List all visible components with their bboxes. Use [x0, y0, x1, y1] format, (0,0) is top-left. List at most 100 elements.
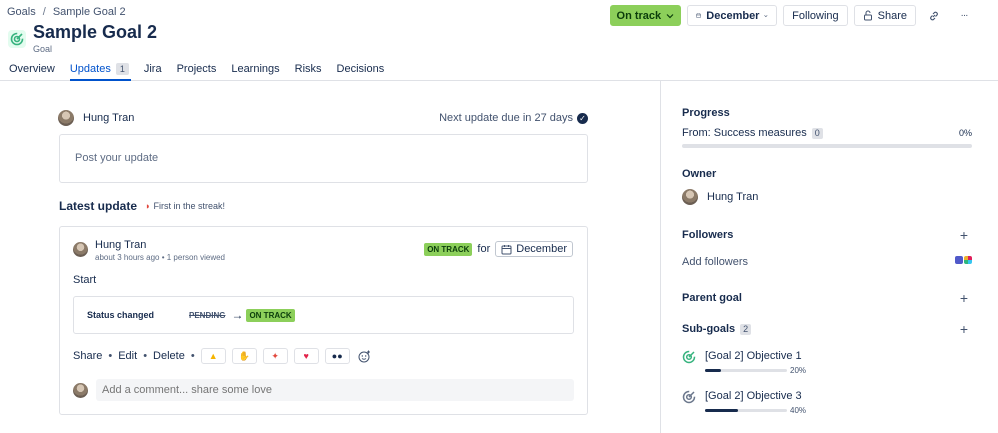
tab-risks[interactable]: Risks: [286, 60, 328, 80]
party-reaction[interactable]: ✦: [262, 348, 288, 364]
delete-action[interactable]: Delete: [153, 350, 185, 362]
owner-section: Owner Hung Tran: [682, 168, 972, 205]
avatar[interactable]: [73, 382, 88, 398]
latest-update-heading: Latest update ◗ First in the streak!: [59, 199, 225, 213]
latest-update-title: Latest update: [59, 199, 138, 213]
tab-projects[interactable]: Projects: [168, 60, 223, 80]
share-label: Share: [877, 9, 907, 22]
following-button[interactable]: Following: [783, 5, 848, 26]
current-user-row: Hung Tran Next update due in 27 days ✓: [58, 110, 588, 126]
add-followers-link[interactable]: Add followers: [682, 256, 748, 268]
update-meta: about 3 hours ago • 1 person viewed: [95, 253, 225, 262]
sub-goal-progress-bar: [705, 409, 787, 412]
add-emoji-icon: [358, 350, 371, 362]
progress-source[interactable]: From: Success measures: [682, 127, 807, 139]
calendar-icon: [501, 244, 512, 254]
sub-goals-count-badge: 2: [740, 323, 752, 335]
streak-badge: ◗ First in the streak!: [145, 201, 225, 211]
avatar[interactable]: [58, 110, 74, 126]
parent-goal-heading: Parent goal: [682, 292, 742, 304]
breadcrumb-goals-link[interactable]: Goals: [7, 6, 36, 18]
add-reaction-button[interactable]: [356, 348, 374, 364]
next-update-due-text: Next update due in 27 days: [439, 112, 573, 124]
goal-target-icon: [682, 350, 696, 364]
post-update-input[interactable]: Post your update: [59, 134, 588, 183]
sub-goal-progress-fill: [705, 409, 738, 412]
goal-target-icon: [8, 30, 26, 48]
heart-reaction[interactable]: ♥: [293, 348, 319, 364]
status-change-box: Status changed PENDING → ON TRACK: [73, 296, 574, 334]
update-month: December: [516, 243, 567, 255]
sub-goals-section: Sub-goals 2 + [Goal 2] Objective 1 20% […: [682, 322, 972, 423]
add-follower-plus-icon[interactable]: +: [960, 228, 968, 242]
tab-jira[interactable]: Jira: [135, 60, 168, 80]
to-status-lozenge: ON TRACK: [246, 308, 295, 322]
comment-input[interactable]: [96, 379, 574, 401]
page-subtitle: Goal: [33, 44, 53, 54]
integration-apps[interactable]: [955, 256, 972, 264]
sub-goal-name: [Goal 2] Objective 1: [705, 350, 802, 362]
more-options-button[interactable]: ···: [952, 5, 976, 26]
update-actions: Share • Edit • Delete • ▲ ✋ ✦ ♥ ●●: [73, 348, 374, 364]
breadcrumb-current[interactable]: Sample Goal 2: [53, 6, 126, 18]
sub-goal-name: [Goal 2] Objective 3: [705, 390, 802, 402]
status-dropdown-button[interactable]: On track: [609, 5, 682, 26]
action-separator: •: [143, 350, 148, 362]
thumbs-up-icon: ▲: [208, 351, 218, 361]
update-author: Hung Tran about 3 hours ago • 1 person v…: [73, 239, 225, 262]
lock-icon: [863, 10, 872, 21]
tab-learnings[interactable]: Learnings: [222, 60, 285, 80]
tab-count-badge: 1: [115, 63, 129, 75]
avatar[interactable]: [682, 189, 698, 205]
tab-decisions[interactable]: Decisions: [328, 60, 391, 80]
tab-updates[interactable]: Updates 1: [61, 60, 135, 81]
add-parent-goal-plus-icon[interactable]: +: [960, 291, 968, 305]
tab-label: Overview: [9, 63, 55, 75]
eyes-reaction[interactable]: ●●: [324, 348, 350, 364]
avatar[interactable]: [73, 242, 88, 257]
watermelon-icon: ◗: [145, 201, 151, 211]
page-title: Sample Goal 2: [33, 22, 158, 42]
tab-label: Decisions: [336, 63, 385, 75]
progress-count-badge: 0: [811, 127, 823, 139]
update-author-name[interactable]: Hung Tran: [95, 239, 225, 251]
comment-row: [73, 379, 574, 401]
edit-action[interactable]: Edit: [118, 350, 137, 362]
action-separator: •: [190, 350, 195, 362]
streak-text: First in the streak!: [153, 201, 225, 211]
followers-section: Followers + Add followers: [682, 228, 972, 268]
tab-label: Risks: [294, 63, 322, 75]
arrow-right-icon: →: [231, 308, 244, 322]
party-popper-icon: ✦: [271, 350, 279, 361]
tab-label: Projects: [176, 63, 217, 75]
column-divider: [660, 81, 661, 433]
status-lozenge: ON TRACK: [424, 242, 473, 256]
update-card: Hung Tran about 3 hours ago • 1 person v…: [59, 226, 588, 415]
sub-goal-progress-bar: [705, 369, 787, 372]
tab-bar: Overview Updates 1 Jira Projects Learning…: [0, 60, 998, 81]
progress-bar: [682, 144, 972, 148]
parent-goal-section: Parent goal +: [682, 291, 972, 305]
status-label: On track: [616, 9, 662, 22]
owner-name[interactable]: Hung Tran: [707, 191, 758, 203]
share-action[interactable]: Share: [73, 350, 102, 362]
progress-percent: 0%: [958, 128, 972, 138]
clap-reaction[interactable]: ✋: [231, 348, 257, 364]
header-actions: On track December Following Share ···: [609, 5, 976, 26]
month-dropdown-button[interactable]: December: [687, 5, 778, 26]
followers-heading: Followers: [682, 229, 734, 241]
share-button[interactable]: Share: [853, 5, 916, 26]
tab-label: Updates: [69, 63, 111, 75]
sub-goal-item[interactable]: [Goal 2] Objective 1 20%: [682, 350, 806, 375]
sub-goal-percent: 40%: [790, 406, 807, 415]
teams-icon: [955, 256, 963, 264]
add-sub-goal-plus-icon[interactable]: +: [960, 322, 968, 336]
breadcrumb: Goals / Sample Goal 2: [7, 6, 126, 18]
chevron-down-icon: [666, 13, 674, 18]
thumbs-up-reaction[interactable]: ▲: [200, 348, 226, 364]
copy-link-button[interactable]: [922, 5, 946, 26]
tab-overview[interactable]: Overview: [0, 60, 61, 80]
sub-goal-item[interactable]: [Goal 2] Objective 3 40%: [682, 390, 806, 415]
eyes-icon: ●●: [331, 351, 343, 361]
sub-goals-heading: Sub-goals: [682, 323, 736, 335]
